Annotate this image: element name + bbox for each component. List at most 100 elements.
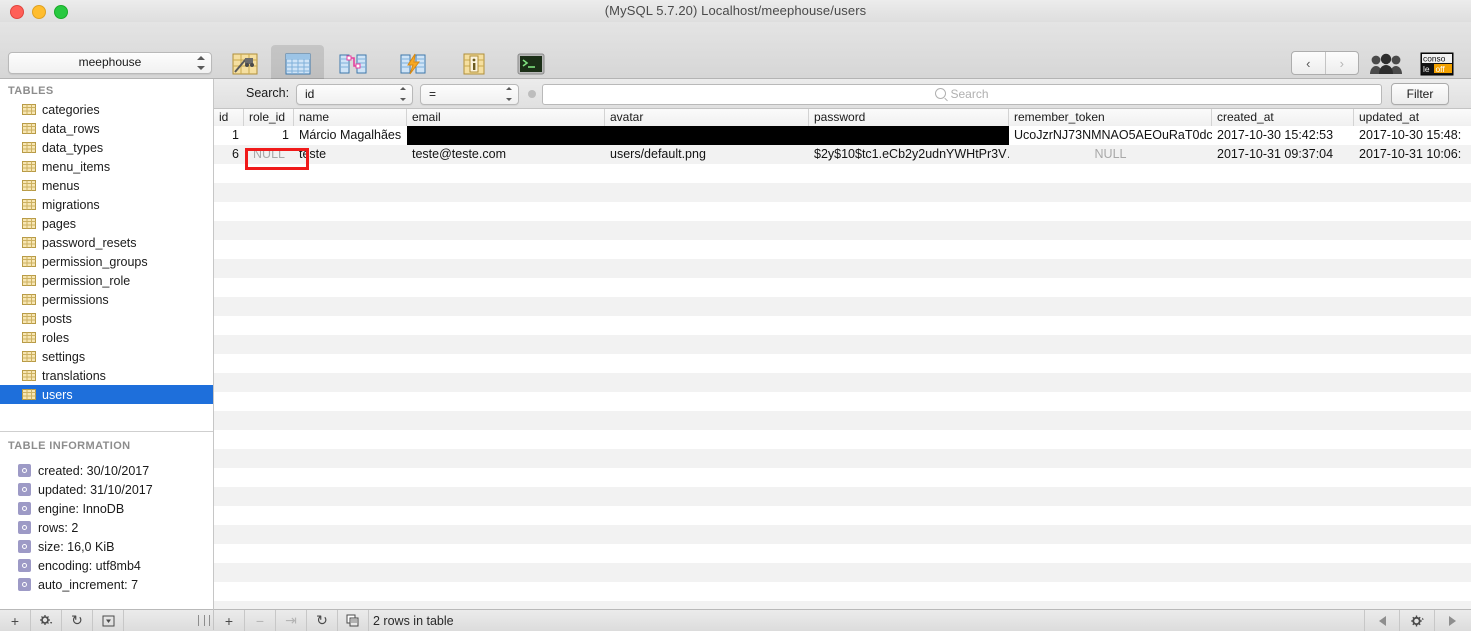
sidebar-item-menus[interactable]: menus bbox=[0, 176, 213, 195]
table-options-button[interactable] bbox=[31, 610, 62, 631]
table-empty-row bbox=[214, 601, 1471, 609]
table-header-row[interactable]: id role_id name email avatar password remember… bbox=[214, 109, 1471, 127]
table-info-item-label: encoding: utf8mb4 bbox=[38, 558, 141, 573]
table-info-item: engine: InnoDB bbox=[0, 499, 213, 518]
sidebar-item-menu_items[interactable]: menu_items bbox=[0, 157, 213, 176]
cell-updated_at[interactable]: 2017-10-31 10:06: bbox=[1354, 145, 1471, 164]
info-bullet-icon bbox=[18, 578, 31, 591]
cell-updated_at[interactable]: 2017-10-30 15:48: bbox=[1354, 126, 1471, 145]
cell-password[interactable]: $2y$10$tc1.eCb2y2udnYWHtPr3V… bbox=[809, 145, 1009, 164]
reload-table-button[interactable]: ↻ bbox=[307, 610, 338, 631]
table-info-item: auto_increment: 7 bbox=[0, 575, 213, 594]
sidebar-item-label: posts bbox=[42, 311, 72, 326]
history-forward-icon[interactable]: › bbox=[1324, 52, 1359, 74]
search-icon bbox=[935, 88, 947, 99]
table-icon bbox=[22, 294, 36, 305]
content-pane: Search: id = Search Filter id role_id name… bbox=[214, 79, 1471, 609]
column-header-name[interactable]: name bbox=[294, 109, 407, 126]
filter-bar: Search: id = Search Filter bbox=[214, 79, 1471, 109]
chevron-updown-icon bbox=[398, 87, 407, 101]
sidebar-item-users[interactable]: users bbox=[0, 385, 213, 404]
filter-button[interactable]: Filter bbox=[1391, 83, 1449, 105]
add-table-button[interactable]: + bbox=[0, 610, 31, 631]
table-empty-row bbox=[214, 354, 1471, 373]
filter-field-value: id bbox=[305, 87, 315, 101]
sidebar-item-migrations[interactable]: migrations bbox=[0, 195, 213, 214]
cell-id[interactable]: 6 bbox=[214, 145, 244, 164]
add-row-button[interactable]: + bbox=[214, 610, 245, 631]
sidebar-item-password_resets[interactable]: password_resets bbox=[0, 233, 213, 252]
info-bullet-icon bbox=[18, 502, 31, 515]
refresh-tables-button[interactable]: ↻ bbox=[62, 610, 93, 631]
history-back-icon[interactable]: ‹ bbox=[1292, 52, 1325, 74]
previous-page-button[interactable] bbox=[1364, 610, 1399, 631]
table-row[interactable]: 6 NULL teste teste@teste.com users/default.p… bbox=[214, 145, 1471, 164]
table-info-item-label: created: 30/10/2017 bbox=[38, 463, 150, 478]
table-empty-row bbox=[214, 487, 1471, 506]
table-info-item: size: 16,0 KiB bbox=[0, 537, 213, 556]
cell-role_id[interactable]: 1 bbox=[244, 126, 294, 145]
table-icon bbox=[22, 389, 36, 400]
sidebar-item-translations[interactable]: translations bbox=[0, 366, 213, 385]
cell-email[interactable]: teste@teste.com bbox=[407, 145, 605, 164]
triggers-icon bbox=[384, 49, 444, 79]
sidebar-item-data_types[interactable]: data_types bbox=[0, 138, 213, 157]
filter-search-input[interactable]: Search bbox=[542, 84, 1382, 105]
table-history-segment[interactable]: ‹ › bbox=[1291, 51, 1359, 75]
sidebar-resize-grip[interactable] bbox=[198, 615, 210, 626]
duplicate-row-button[interactable]: ⇥ bbox=[276, 610, 307, 631]
cell-name[interactable]: teste bbox=[294, 145, 407, 164]
sidebar-item-settings[interactable]: settings bbox=[0, 347, 213, 366]
select-database-popup[interactable]: meephouse bbox=[8, 52, 212, 74]
column-header-remember_token[interactable]: remember_token bbox=[1009, 109, 1212, 126]
cell-name[interactable]: Márcio Magalhães bbox=[294, 126, 407, 145]
sidebar-item-permission_role[interactable]: permission_role bbox=[0, 271, 213, 290]
status-bar-separator bbox=[213, 609, 214, 630]
sidebar-item-categories[interactable]: categories bbox=[0, 100, 213, 119]
table-body[interactable]: 1 1 Márcio Magalhães UcoJzrNJ73NMNAO5AEOuRa… bbox=[214, 126, 1471, 609]
sidebar-item-roles[interactable]: roles bbox=[0, 328, 213, 347]
column-header-id[interactable]: id bbox=[214, 109, 244, 126]
sidebar-item-label: users bbox=[42, 387, 73, 402]
filter-field-select[interactable]: id bbox=[296, 84, 413, 105]
column-header-email[interactable]: email bbox=[407, 109, 605, 126]
column-header-password[interactable]: password bbox=[809, 109, 1009, 126]
column-header-created_at[interactable]: created_at bbox=[1212, 109, 1354, 126]
redaction-bar bbox=[407, 126, 1009, 145]
sidebar-item-permissions[interactable]: permissions bbox=[0, 290, 213, 309]
sidebar-item-permission_groups[interactable]: permission_groups bbox=[0, 252, 213, 271]
cell-role_id[interactable]: NULL bbox=[244, 145, 294, 164]
sidebar-action-group: + ↻ bbox=[0, 610, 124, 631]
sidebar: TABLES categories data_rows data_types menu… bbox=[0, 79, 214, 609]
table-icon bbox=[22, 218, 36, 229]
sidebar-item-pages[interactable]: pages bbox=[0, 214, 213, 233]
cell-created_at[interactable]: 2017-10-31 09:37:04 bbox=[1212, 145, 1354, 164]
cell-remember_token[interactable]: UcoJzrNJ73NMNAO5AEOuRaT0dcd… bbox=[1009, 126, 1212, 145]
table-icon bbox=[22, 161, 36, 172]
sidebar-item-posts[interactable]: posts bbox=[0, 309, 213, 328]
table-empty-row bbox=[214, 202, 1471, 221]
delete-row-button[interactable]: − bbox=[245, 610, 276, 631]
users-icon bbox=[1363, 45, 1409, 81]
cell-remember_token[interactable]: NULL bbox=[1009, 145, 1212, 164]
table-info-item: encoding: utf8mb4 bbox=[0, 556, 213, 575]
cell-id[interactable]: 1 bbox=[214, 126, 244, 145]
tables-list[interactable]: categories data_rows data_types menu_items m… bbox=[0, 100, 213, 418]
cell-created_at[interactable]: 2017-10-30 15:42:53 bbox=[1212, 126, 1354, 145]
next-page-button[interactable] bbox=[1434, 610, 1469, 631]
sidebar-item-data_rows[interactable]: data_rows bbox=[0, 119, 213, 138]
filter-operator-select[interactable]: = bbox=[420, 84, 519, 105]
column-header-avatar[interactable]: avatar bbox=[605, 109, 809, 126]
column-header-updated_at[interactable]: updated_at bbox=[1354, 109, 1471, 126]
sidebar-filter-button[interactable] bbox=[93, 610, 124, 631]
pagination-options-button[interactable] bbox=[1399, 610, 1434, 631]
filter-toggle-dot[interactable] bbox=[528, 90, 536, 98]
column-header-role_id[interactable]: role_id bbox=[244, 109, 294, 126]
table-icon bbox=[22, 275, 36, 286]
table-info-item-label: updated: 31/10/2017 bbox=[38, 482, 153, 497]
sidebar-item-label: permission_role bbox=[42, 273, 131, 288]
table-row[interactable]: 1 1 Márcio Magalhães UcoJzrNJ73NMNAO5AEOuRa… bbox=[214, 126, 1471, 145]
edit-in-sheet-button[interactable] bbox=[338, 610, 369, 631]
table-empty-row bbox=[214, 240, 1471, 259]
cell-avatar[interactable]: users/default.png bbox=[605, 145, 809, 164]
